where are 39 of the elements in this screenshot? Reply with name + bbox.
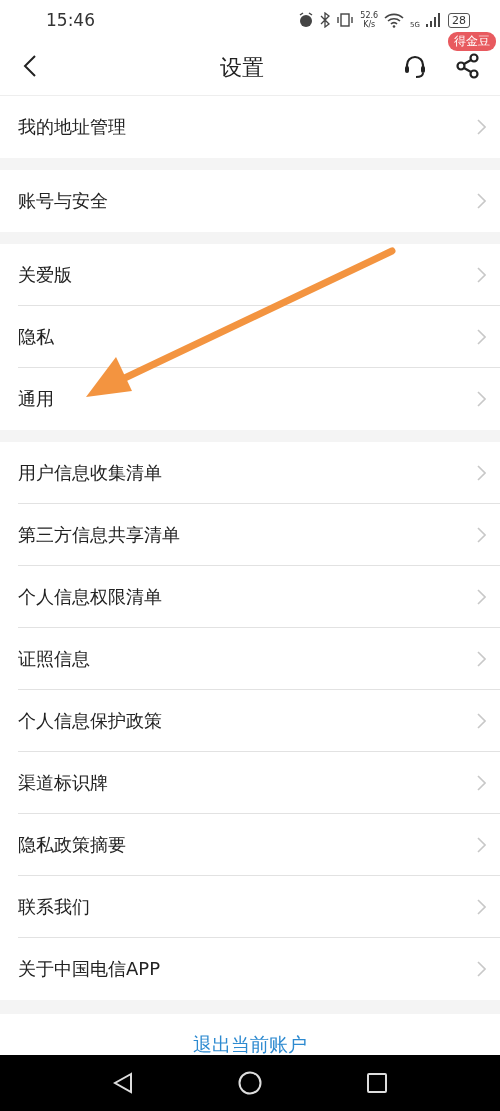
settings-item[interactable]: 关于中国电信APP [18, 938, 500, 1000]
alarm-icon [298, 12, 315, 28]
chevron-icon [477, 328, 486, 345]
chevron-icon [477, 712, 486, 729]
chevron-icon [477, 774, 486, 791]
settings-item[interactable]: 个人信息保护政策 [18, 690, 500, 752]
settings-item[interactable]: 通用 [18, 368, 500, 430]
settings-item[interactable]: 个人信息权限清单 [18, 566, 500, 628]
clock-time: 15:46 [46, 10, 95, 30]
recents-nav-icon[interactable] [367, 1073, 388, 1093]
chevron-icon [477, 898, 486, 915]
bluetooth-icon [320, 12, 331, 28]
settings-item[interactable]: 关爱版 [18, 244, 500, 306]
settings-item[interactable]: 用户信息收集清单 [18, 442, 500, 504]
home-nav-icon[interactable] [238, 1071, 262, 1095]
settings-item[interactable]: 渠道标识牌 [18, 752, 500, 814]
settings-item[interactable]: 第三方信息共享清单 [18, 504, 500, 566]
chevron-icon [477, 650, 486, 667]
chevron-icon [477, 193, 486, 209]
settings-item[interactable]: 隐私政策摘要 [18, 814, 500, 876]
wifi-icon [384, 12, 405, 28]
back-nav-icon[interactable] [112, 1072, 133, 1094]
chevron-icon [477, 961, 486, 977]
chevron-icon [477, 119, 486, 135]
settings-item[interactable]: 证照信息 [18, 628, 500, 690]
speed-unit: K/s [363, 20, 376, 29]
chevron-icon [477, 836, 486, 853]
logout-link[interactable]: 退出当前账户 [193, 1033, 307, 1055]
chevron-icon [477, 391, 486, 407]
vibrate-icon [336, 13, 355, 27]
chevron-icon [477, 526, 486, 543]
battery-icon: 28 [448, 12, 470, 28]
page-title: 设置 [219, 53, 265, 82]
chevron-icon [477, 266, 486, 283]
chevron-icon [477, 588, 486, 605]
chevron-icon [477, 464, 486, 481]
speed-value: 52.6 [360, 11, 379, 20]
settings-item[interactable]: 联系我们 [18, 876, 500, 938]
signal-icon [426, 13, 442, 27]
